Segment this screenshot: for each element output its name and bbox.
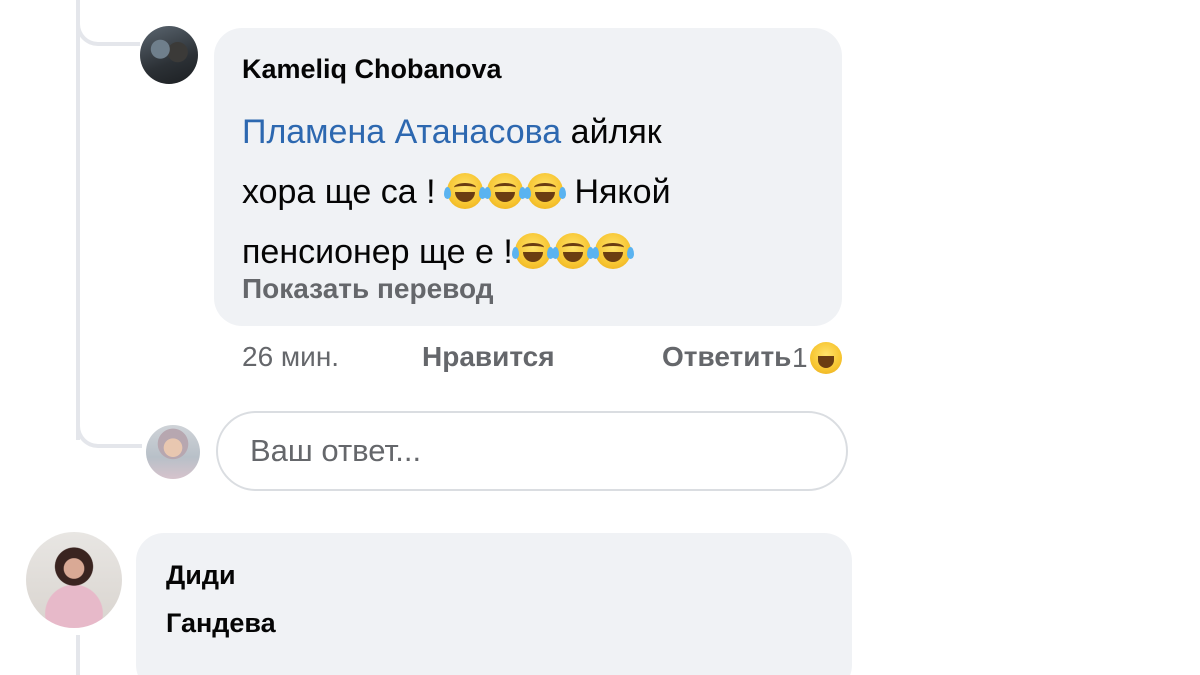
- thread-connector-bottom: [76, 400, 142, 448]
- laughing-face-icon: [809, 342, 842, 374]
- reaction-count: 1: [792, 342, 808, 373]
- like-button[interactable]: Нравится: [422, 341, 555, 381]
- mention-link[interactable]: Пламена Атанасова: [242, 113, 561, 151]
- comment-timestamp[interactable]: 26 мин.: [242, 341, 339, 381]
- comment-text-part: Някой: [574, 173, 671, 211]
- reply-input-container[interactable]: [216, 411, 848, 491]
- thread-connector-top: [76, 0, 140, 46]
- comment-author[interactable]: Диди: [166, 560, 236, 591]
- laughing-tears-emoji-icon: [444, 173, 486, 209]
- laughing-tears-emoji-icon: [484, 173, 526, 209]
- laughing-tears-emoji-icon: [524, 173, 566, 209]
- comment-text-part: хора ще са !: [242, 173, 436, 211]
- avatar[interactable]: [140, 26, 198, 84]
- comment-text: Пламена Атанасова айляк хора ще са ! Няк…: [242, 102, 832, 282]
- avatar[interactable]: [26, 532, 122, 628]
- comment-bubble: [136, 533, 852, 675]
- thread-connector-line-2: [76, 635, 80, 675]
- comment-text-part: пенсионер ще е !: [242, 233, 513, 271]
- comments-thread: Kameliq Chobanova Пламена Атанасова айля…: [0, 0, 1200, 675]
- laughing-tears-emoji-icon: [511, 233, 554, 269]
- comment-author[interactable]: Гандева: [166, 608, 276, 639]
- comment-text-part: айляк: [570, 113, 662, 151]
- current-user-avatar: [146, 425, 200, 479]
- see-translation-link[interactable]: Показать перевод: [242, 273, 494, 305]
- reaction-badge[interactable]: 1: [792, 340, 842, 376]
- reply-button[interactable]: Ответить: [662, 341, 791, 381]
- comment-author[interactable]: Kameliq Chobanova: [242, 54, 502, 85]
- laughing-tears-emoji-icon: [591, 233, 634, 269]
- reply-input[interactable]: [248, 432, 812, 470]
- laughing-tears-emoji-icon: [551, 233, 594, 269]
- thread-connector-line: [76, 0, 80, 440]
